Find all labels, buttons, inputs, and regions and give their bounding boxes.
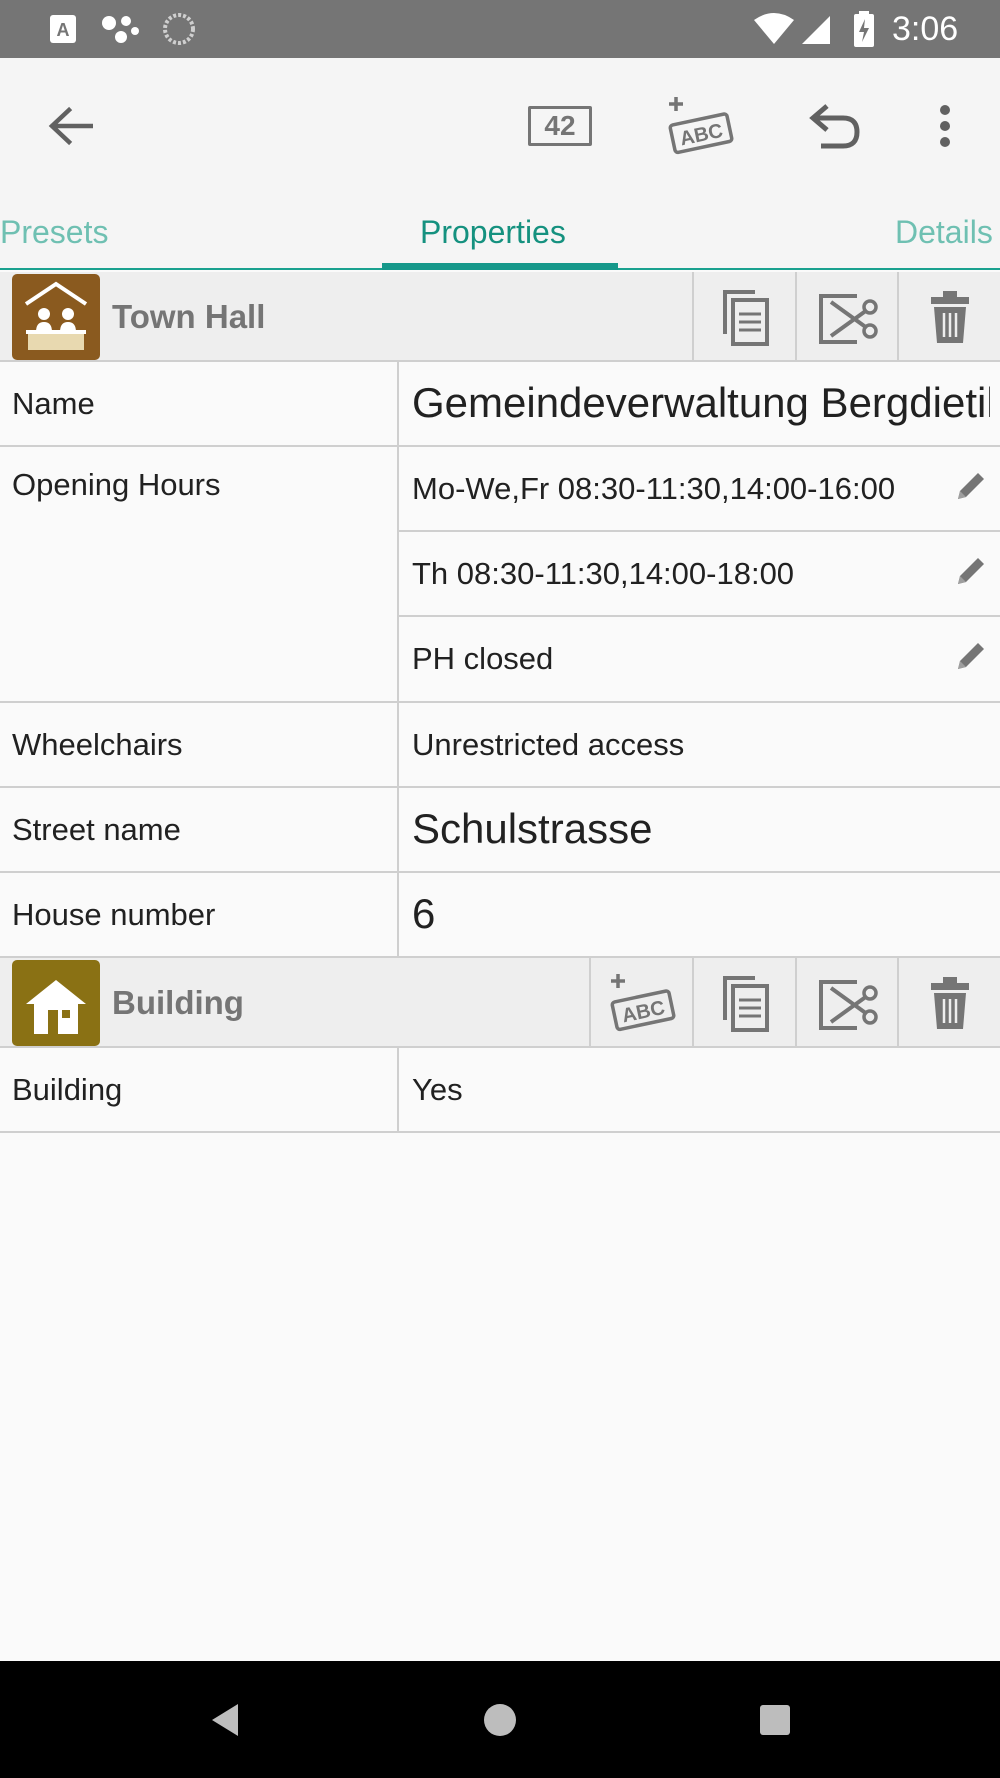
keyboard-notification-icon: A: [48, 0, 78, 58]
column-divider: [397, 362, 399, 447]
building-select[interactable]: Yes: [412, 1072, 990, 1108]
arrow-back-icon: [48, 106, 93, 146]
counter-label: 42: [544, 110, 576, 141]
add-tag-button[interactable]: ABC: [655, 58, 745, 194]
column-divider: [397, 873, 399, 958]
cut-button[interactable]: [795, 958, 898, 1048]
action-toolbar: 42 ABC: [0, 58, 1000, 194]
property-label: Name: [12, 386, 95, 421]
cut-button[interactable]: [795, 272, 898, 362]
nav-back-icon: [212, 1703, 238, 1736]
cut-icon: [818, 294, 878, 344]
column-divider: [397, 788, 399, 873]
edit-icon[interactable]: [954, 469, 986, 508]
nav-back-button[interactable]: [165, 1661, 285, 1778]
preset-header-town-hall: Town Hall: [0, 272, 1000, 362]
property-row-name: Name Gemeindeverwaltung Bergdietikon: [0, 362, 1000, 447]
column-divider: [397, 1048, 399, 1133]
property-row-building: Building Yes: [0, 1048, 1000, 1133]
property-label: House number: [12, 897, 216, 932]
tab-bar: Presets Properties Details: [0, 194, 1000, 270]
trash-icon: [930, 291, 969, 343]
copy-icon: [722, 290, 769, 346]
delete-button[interactable]: [897, 958, 1000, 1048]
opening-hours-value: Th 08:30-11:30,14:00-18:00: [412, 556, 795, 591]
property-row-opening-hours: Opening Hours Mo-We,Fr 08:30-11:30,14:00…: [0, 447, 1000, 703]
property-row-housenumber: House number 6: [0, 873, 1000, 958]
nav-home-button[interactable]: [440, 1661, 560, 1778]
property-label: Building: [12, 1072, 123, 1107]
column-divider: [397, 703, 399, 788]
opening-hours-entry[interactable]: Mo-We,Fr 08:30-11:30,14:00-16:00: [399, 447, 1000, 532]
housenumber-input[interactable]: 6: [412, 890, 990, 938]
opening-hours-entry[interactable]: PH closed: [399, 617, 1000, 702]
property-row-wheelchair: Wheelchairs Unrestricted access: [0, 703, 1000, 788]
add-tag-icon: ABC: [610, 974, 675, 1032]
name-input[interactable]: Gemeindeverwaltung Bergdietikon: [412, 379, 990, 427]
nav-home-icon: [484, 1703, 516, 1736]
sync-notification-icon: [162, 0, 196, 58]
opening-hours-value: PH closed: [412, 641, 554, 676]
copy-icon: [722, 976, 769, 1032]
opening-hours-value: Mo-We,Fr 08:30-11:30,14:00-16:00: [412, 471, 896, 506]
clock: 3:06: [892, 9, 959, 48]
cut-icon: [818, 980, 878, 1030]
preset-header-building: Building ABC: [0, 958, 1000, 1048]
opening-hours-entry[interactable]: Th 08:30-11:30,14:00-18:00: [399, 532, 1000, 617]
edit-icon[interactable]: [954, 639, 986, 678]
counter-icon: 42: [528, 106, 592, 146]
delete-button[interactable]: [897, 272, 1000, 362]
tab-details[interactable]: Details: [895, 214, 993, 251]
preset-title: Building: [112, 984, 244, 1021]
svg-text:ABC: ABC: [619, 997, 666, 1028]
tab-properties[interactable]: Properties: [420, 214, 566, 251]
status-bar: A 3:06: [0, 0, 1000, 58]
more-vert-icon: [940, 105, 950, 147]
copy-button[interactable]: [692, 272, 795, 362]
back-button[interactable]: [30, 58, 110, 194]
svg-text:ABC: ABC: [678, 120, 725, 151]
tab-presets[interactable]: Presets: [0, 214, 108, 251]
preset-title: Town Hall: [112, 298, 266, 335]
add-tag-button[interactable]: ABC: [589, 958, 692, 1048]
edit-icon[interactable]: [954, 554, 986, 593]
battery-icon: [852, 0, 876, 58]
building-icon: [12, 960, 100, 1046]
tag-counter-button[interactable]: 42: [520, 58, 600, 194]
town-hall-icon: [12, 274, 100, 360]
navigation-bar: [0, 1661, 1000, 1778]
undo-button[interactable]: [795, 58, 875, 194]
property-label: Opening Hours: [12, 467, 221, 502]
svg-text:A: A: [57, 20, 70, 40]
property-row-street: Street name Schulstrasse: [0, 788, 1000, 873]
copy-button[interactable]: [692, 958, 795, 1048]
assistant-notification-icon: [100, 0, 142, 58]
property-label: Wheelchairs: [12, 727, 183, 762]
add-tag-icon: ABC: [668, 97, 734, 155]
wheelchair-select[interactable]: Unrestricted access: [412, 727, 990, 763]
signal-icon: [800, 0, 832, 58]
street-input[interactable]: Schulstrasse: [412, 805, 990, 853]
wifi-icon: [752, 0, 796, 58]
tab-indicator: [382, 263, 618, 270]
property-label: Street name: [12, 812, 181, 847]
overflow-menu-button[interactable]: [920, 58, 970, 194]
undo-icon: [809, 104, 860, 149]
nav-recents-icon: [760, 1704, 790, 1735]
nav-recents-button[interactable]: [715, 1661, 835, 1778]
trash-icon: [930, 977, 969, 1029]
